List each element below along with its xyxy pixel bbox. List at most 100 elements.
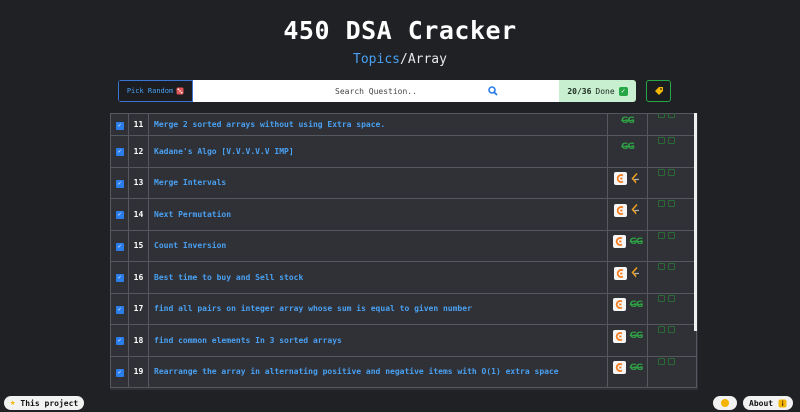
notes-cell xyxy=(647,355,697,388)
bookmark-icon[interactable] xyxy=(668,200,675,208)
done-checkbox[interactable]: ✓ xyxy=(115,305,124,314)
question-title-link[interactable]: find all pairs on integer array whose su… xyxy=(148,292,608,325)
question-title-link[interactable]: Count Inversion xyxy=(148,229,608,262)
notes-cell xyxy=(647,261,697,294)
row-checkbox-cell: ✓ xyxy=(110,135,129,168)
row-checkbox-cell: ✓ xyxy=(110,355,129,388)
gfg-link-icon[interactable]: GG xyxy=(621,142,635,152)
question-number: 13 xyxy=(128,166,149,199)
question-title-link[interactable]: Kadane's Algo [V.V.V.V.V IMP] xyxy=(148,135,608,168)
question-title-link[interactable]: Merge 2 sorted arrays without using Extr… xyxy=(148,113,608,136)
question-toolbar: Pick Random 20/36 Done ✓ xyxy=(118,80,636,102)
leetcode-link-icon[interactable] xyxy=(631,172,641,185)
bookmark-icon[interactable] xyxy=(668,137,675,145)
table-row: ✓ 18 find common elements In 3 sorted arra… xyxy=(110,324,697,357)
bookmark-icon[interactable] xyxy=(668,113,675,118)
tag-filter-button[interactable] xyxy=(646,80,671,102)
note-icon[interactable] xyxy=(658,137,665,145)
done-checkbox[interactable]: ✓ xyxy=(115,274,124,283)
done-checkbox[interactable]: ✓ xyxy=(115,337,124,346)
table-scrollbar[interactable] xyxy=(694,113,697,331)
gfg-link-icon[interactable]: GG xyxy=(630,237,644,247)
notes-cell xyxy=(647,229,697,262)
done-checkbox[interactable]: ✓ xyxy=(115,242,124,251)
table-row: ✓ 11 Merge 2 sorted arrays without using E… xyxy=(110,113,697,136)
done-checkbox[interactable]: ✓ xyxy=(115,148,124,157)
question-number: 14 xyxy=(128,198,149,231)
codingninjas-link-icon[interactable] xyxy=(612,329,626,343)
breadcrumb-topics-link[interactable]: Topics xyxy=(353,52,400,67)
note-icon[interactable] xyxy=(658,168,665,176)
note-icon[interactable] xyxy=(658,326,665,334)
question-number: 11 xyxy=(128,113,149,136)
info-icon xyxy=(778,399,787,407)
table-row: ✓ 14 Next Permutation xyxy=(110,198,697,231)
note-icon[interactable] xyxy=(658,294,665,302)
note-icon[interactable] xyxy=(658,231,665,239)
notes-cell xyxy=(647,324,697,357)
this-project-button[interactable]: ★ This project xyxy=(4,396,85,410)
gfg-link-icon[interactable]: GG xyxy=(621,116,635,126)
done-checkbox[interactable]: ✓ xyxy=(115,368,124,377)
about-label: About xyxy=(749,398,774,408)
questions-table: ✓ 11 Merge 2 sorted arrays without using E… xyxy=(110,113,698,390)
star-icon: ★ xyxy=(10,398,16,408)
row-checkbox-cell: ✓ xyxy=(110,324,129,357)
note-icon[interactable] xyxy=(658,357,665,365)
search-input[interactable] xyxy=(193,80,559,102)
question-number: 18 xyxy=(128,324,149,357)
gfg-link-icon[interactable]: GG xyxy=(630,331,644,341)
bookmark-icon[interactable] xyxy=(668,263,675,271)
done-progress-badge: 20/36 Done ✓ xyxy=(559,80,636,102)
table-row: ✓ 16 Best time to buy and Sell stock xyxy=(110,261,697,294)
done-label: Done xyxy=(595,86,615,96)
question-title-link[interactable]: Best time to buy and Sell stock xyxy=(148,261,608,294)
about-button[interactable]: About xyxy=(743,396,794,410)
note-icon[interactable] xyxy=(658,263,665,271)
question-links-cell xyxy=(607,198,648,231)
question-number: 15 xyxy=(128,229,149,262)
search-icon xyxy=(488,86,498,96)
question-number: 12 xyxy=(128,135,149,168)
note-icon[interactable] xyxy=(658,113,665,118)
breadcrumb-separator: / xyxy=(400,52,408,67)
question-title-link[interactable]: Merge Intervals xyxy=(148,166,608,199)
codingninjas-link-icon[interactable] xyxy=(614,266,627,280)
done-checkbox[interactable]: ✓ xyxy=(115,211,124,220)
question-title-link[interactable]: find common elements In 3 sorted arrays xyxy=(148,324,608,357)
pick-random-button[interactable]: Pick Random xyxy=(118,80,193,102)
question-title-link[interactable]: Rearrange the array in alternating posit… xyxy=(148,355,608,388)
notes-cell xyxy=(647,198,697,231)
table-row: ✓ 19 Rearrange the array in alternating po… xyxy=(110,355,697,388)
row-checkbox-cell: ✓ xyxy=(110,229,129,262)
sun-icon xyxy=(721,399,729,407)
codingninjas-link-icon[interactable] xyxy=(612,235,626,249)
done-checkbox[interactable]: ✓ xyxy=(115,121,124,130)
check-icon: ✓ xyxy=(618,86,628,96)
question-title-link[interactable]: Next Permutation xyxy=(148,198,608,231)
question-number: 17 xyxy=(128,292,149,325)
codingninjas-link-icon[interactable] xyxy=(614,172,627,186)
bookmark-icon[interactable] xyxy=(668,294,675,302)
row-checkbox-cell: ✓ xyxy=(110,166,129,199)
done-checkbox[interactable]: ✓ xyxy=(115,179,124,188)
table-row: ✓ 15 Count Inversion GG xyxy=(110,229,697,262)
notes-cell xyxy=(647,166,697,199)
bookmark-icon[interactable] xyxy=(668,357,675,365)
pick-random-label: Pick Random xyxy=(126,87,174,95)
codingninjas-link-icon[interactable] xyxy=(612,298,626,312)
bookmark-icon[interactable] xyxy=(668,326,675,334)
question-links-cell: GG xyxy=(607,113,648,136)
note-icon[interactable] xyxy=(658,200,665,208)
codingninjas-link-icon[interactable] xyxy=(614,203,627,217)
bookmark-icon[interactable] xyxy=(668,231,675,239)
codingninjas-link-icon[interactable] xyxy=(612,361,626,375)
gfg-link-icon[interactable]: GG xyxy=(630,363,644,373)
gfg-link-icon[interactable]: GG xyxy=(630,300,644,310)
question-links-cell: GG xyxy=(607,229,648,262)
leetcode-link-icon[interactable] xyxy=(631,267,641,280)
leetcode-link-icon[interactable] xyxy=(631,204,641,217)
search-container xyxy=(193,80,559,102)
theme-toggle-button[interactable] xyxy=(713,396,737,410)
bookmark-icon[interactable] xyxy=(668,168,675,176)
